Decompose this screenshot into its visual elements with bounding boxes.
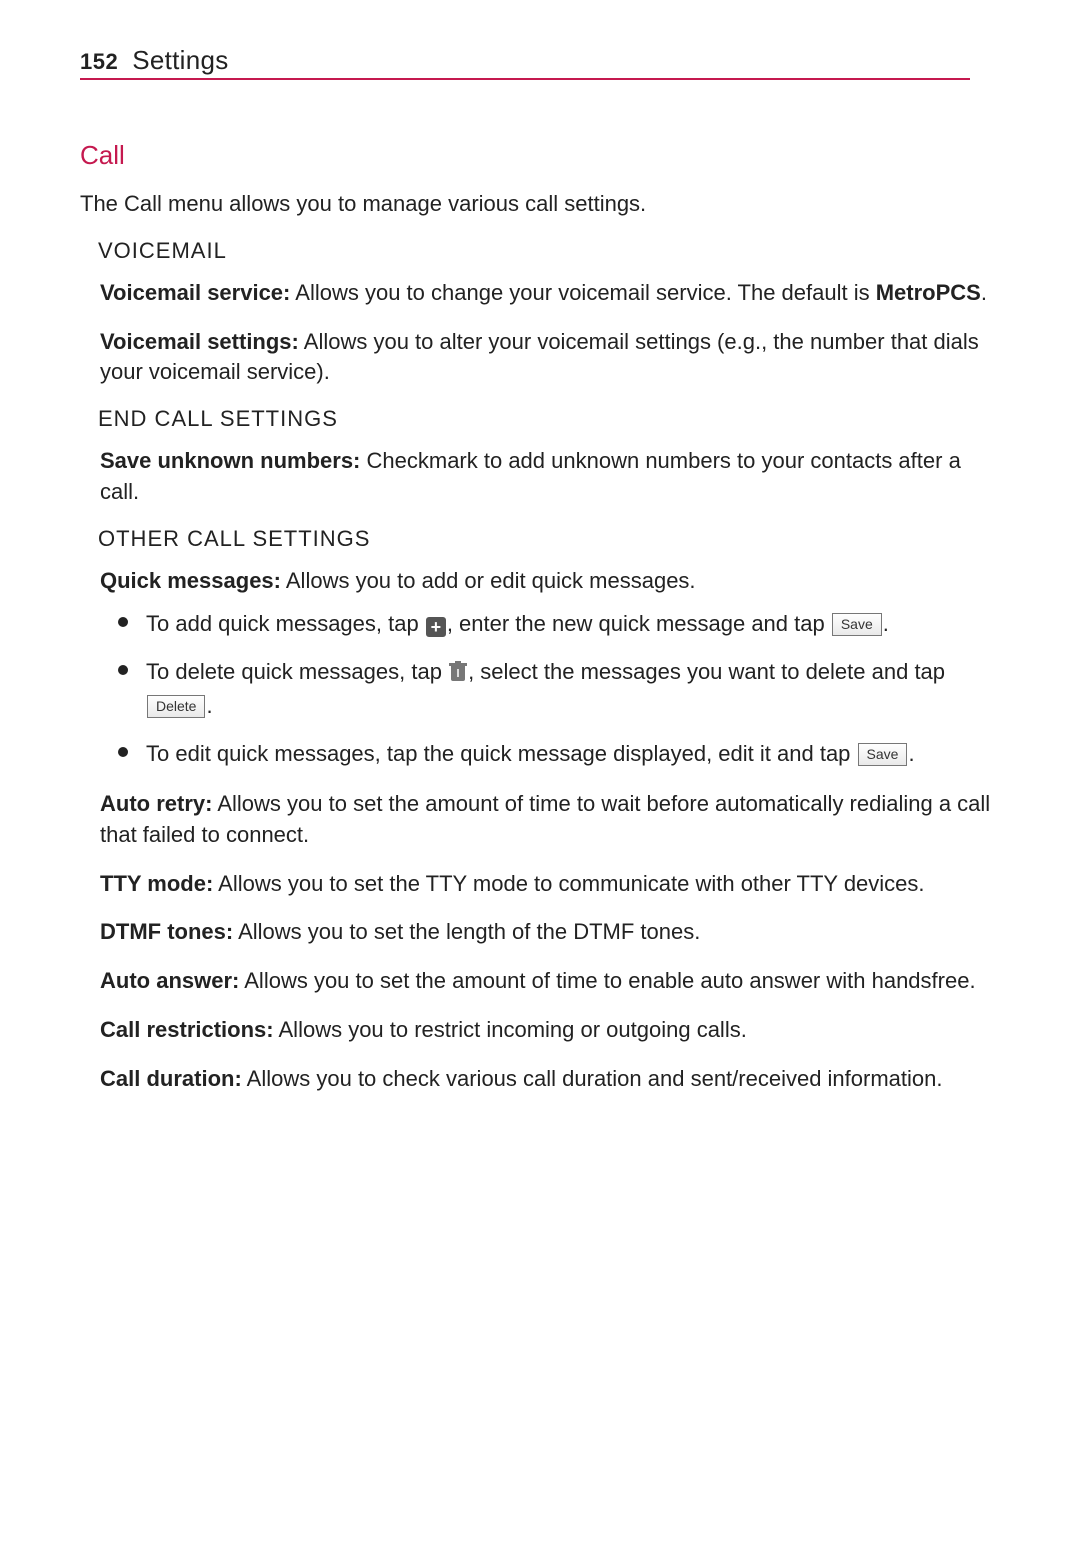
- save-button-inline-1: Save: [832, 613, 882, 636]
- auto-answer-label: Auto answer:: [100, 968, 239, 993]
- bullet-delete-a: To delete quick messages, tap: [146, 659, 448, 684]
- section-title-call: Call: [80, 140, 1000, 171]
- bullet-delete-c: .: [206, 693, 212, 718]
- bullet-add-a: To add quick messages, tap: [146, 611, 425, 636]
- tty-para: TTY mode: Allows you to set the TTY mode…: [100, 869, 1000, 900]
- save-unknown-label: Save unknown numbers:: [100, 448, 360, 473]
- voicemail-settings-para: Voicemail settings: Allows you to alter …: [100, 327, 1000, 389]
- voicemail-heading: VOICEMAIL: [98, 238, 1000, 264]
- voicemail-settings-label: Voicemail settings:: [100, 329, 299, 354]
- voicemail-service-default: MetroPCS: [876, 280, 981, 305]
- dtmf-text: Allows you to set the length of the DTMF…: [233, 919, 700, 944]
- tty-label: TTY mode:: [100, 871, 213, 896]
- trash-icon: [449, 661, 467, 681]
- bullet-edit: To edit quick messages, tap the quick me…: [118, 737, 1000, 771]
- bullet-delete: To delete quick messages, tap , select t…: [118, 655, 1000, 723]
- delete-button-inline: Delete: [147, 695, 205, 718]
- section-intro: The Call menu allows you to manage vario…: [80, 189, 1000, 220]
- auto-retry-text: Allows you to set the amount of time to …: [100, 791, 990, 847]
- tty-text: Allows you to set the TTY mode to commun…: [213, 871, 924, 896]
- page-header: 152 Settings: [80, 45, 970, 80]
- bullet-edit-b: .: [908, 741, 914, 766]
- bullet-delete-b: , select the messages you want to delete…: [468, 659, 945, 684]
- other-heading: OTHER CALL SETTINGS: [98, 526, 1000, 552]
- quick-messages-bullets: To add quick messages, tap +, enter the …: [118, 607, 1000, 771]
- voicemail-service-text-b: .: [981, 280, 987, 305]
- auto-answer-para: Auto answer: Allows you to set the amoun…: [100, 966, 1000, 997]
- bullet-add: To add quick messages, tap +, enter the …: [118, 607, 1000, 641]
- quick-messages-label: Quick messages:: [100, 568, 281, 593]
- endcall-heading: END CALL SETTINGS: [98, 406, 1000, 432]
- auto-retry-label: Auto retry:: [100, 791, 212, 816]
- bullet-edit-a: To edit quick messages, tap the quick me…: [146, 741, 857, 766]
- save-unknown-para: Save unknown numbers: Checkmark to add u…: [100, 446, 1000, 508]
- bullet-add-b: , enter the new quick message and tap: [447, 611, 831, 636]
- page-number: 152: [80, 49, 118, 75]
- quick-messages-para: Quick messages: Allows you to add or edi…: [100, 566, 1000, 597]
- call-duration-para: Call duration: Allows you to check vario…: [100, 1064, 1000, 1095]
- dtmf-para: DTMF tones: Allows you to set the length…: [100, 917, 1000, 948]
- manual-page: 152 Settings Call The Call menu allows y…: [0, 0, 1080, 1173]
- auto-answer-text: Allows you to set the amount of time to …: [239, 968, 975, 993]
- call-restrictions-para: Call restrictions: Allows you to restric…: [100, 1015, 1000, 1046]
- voicemail-service-para: Voicemail service: Allows you to change …: [100, 278, 1000, 309]
- quick-messages-text: Allows you to add or edit quick messages…: [281, 568, 696, 593]
- dtmf-label: DTMF tones:: [100, 919, 233, 944]
- voicemail-service-text-a: Allows you to change your voicemail serv…: [290, 280, 875, 305]
- page-title: Settings: [132, 45, 228, 76]
- call-restrictions-text: Allows you to restrict incoming or outgo…: [274, 1017, 747, 1042]
- bullet-add-c: .: [883, 611, 889, 636]
- call-duration-text: Allows you to check various call duratio…: [242, 1066, 943, 1091]
- auto-retry-para: Auto retry: Allows you to set the amount…: [100, 789, 1000, 851]
- save-button-inline-2: Save: [858, 743, 908, 766]
- call-restrictions-label: Call restrictions:: [100, 1017, 274, 1042]
- call-duration-label: Call duration:: [100, 1066, 242, 1091]
- plus-icon: +: [426, 617, 446, 637]
- voicemail-service-label: Voicemail service:: [100, 280, 290, 305]
